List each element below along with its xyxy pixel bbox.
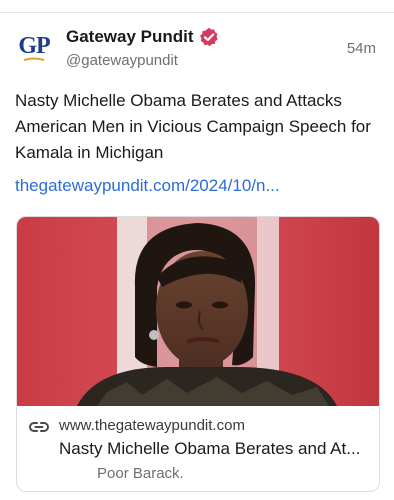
display-name[interactable]: Gateway Pundit bbox=[66, 27, 194, 47]
card-title: Nasty Michelle Obama Berates and At... bbox=[59, 439, 361, 458]
post[interactable]: GP Gateway Pundit @gatewaypundit 54m Nas… bbox=[0, 0, 394, 500]
avatar[interactable]: GP bbox=[14, 28, 54, 68]
handle[interactable]: @gatewaypundit bbox=[66, 52, 178, 69]
post-link[interactable]: thegatewaypundit.com/2024/10/n... bbox=[15, 176, 375, 196]
post-time[interactable]: 54m bbox=[347, 40, 376, 57]
link-card[interactable]: www.thegatewaypundit.com Nasty Michelle … bbox=[16, 216, 380, 492]
post-text: Nasty Michelle Obama Berates and Attacks… bbox=[15, 91, 371, 162]
link-icon bbox=[29, 422, 49, 432]
card-description: Poor Barack. bbox=[97, 465, 184, 482]
card-thumbnail-image bbox=[17, 217, 379, 406]
card-domain: www.thegatewaypundit.com bbox=[59, 417, 245, 434]
avatar-swoosh-icon bbox=[23, 57, 45, 61]
card-meta: www.thegatewaypundit.com Nasty Michelle … bbox=[17, 406, 379, 491]
verified-badge-icon bbox=[200, 27, 218, 47]
avatar-logo-text: GP bbox=[18, 33, 50, 59]
